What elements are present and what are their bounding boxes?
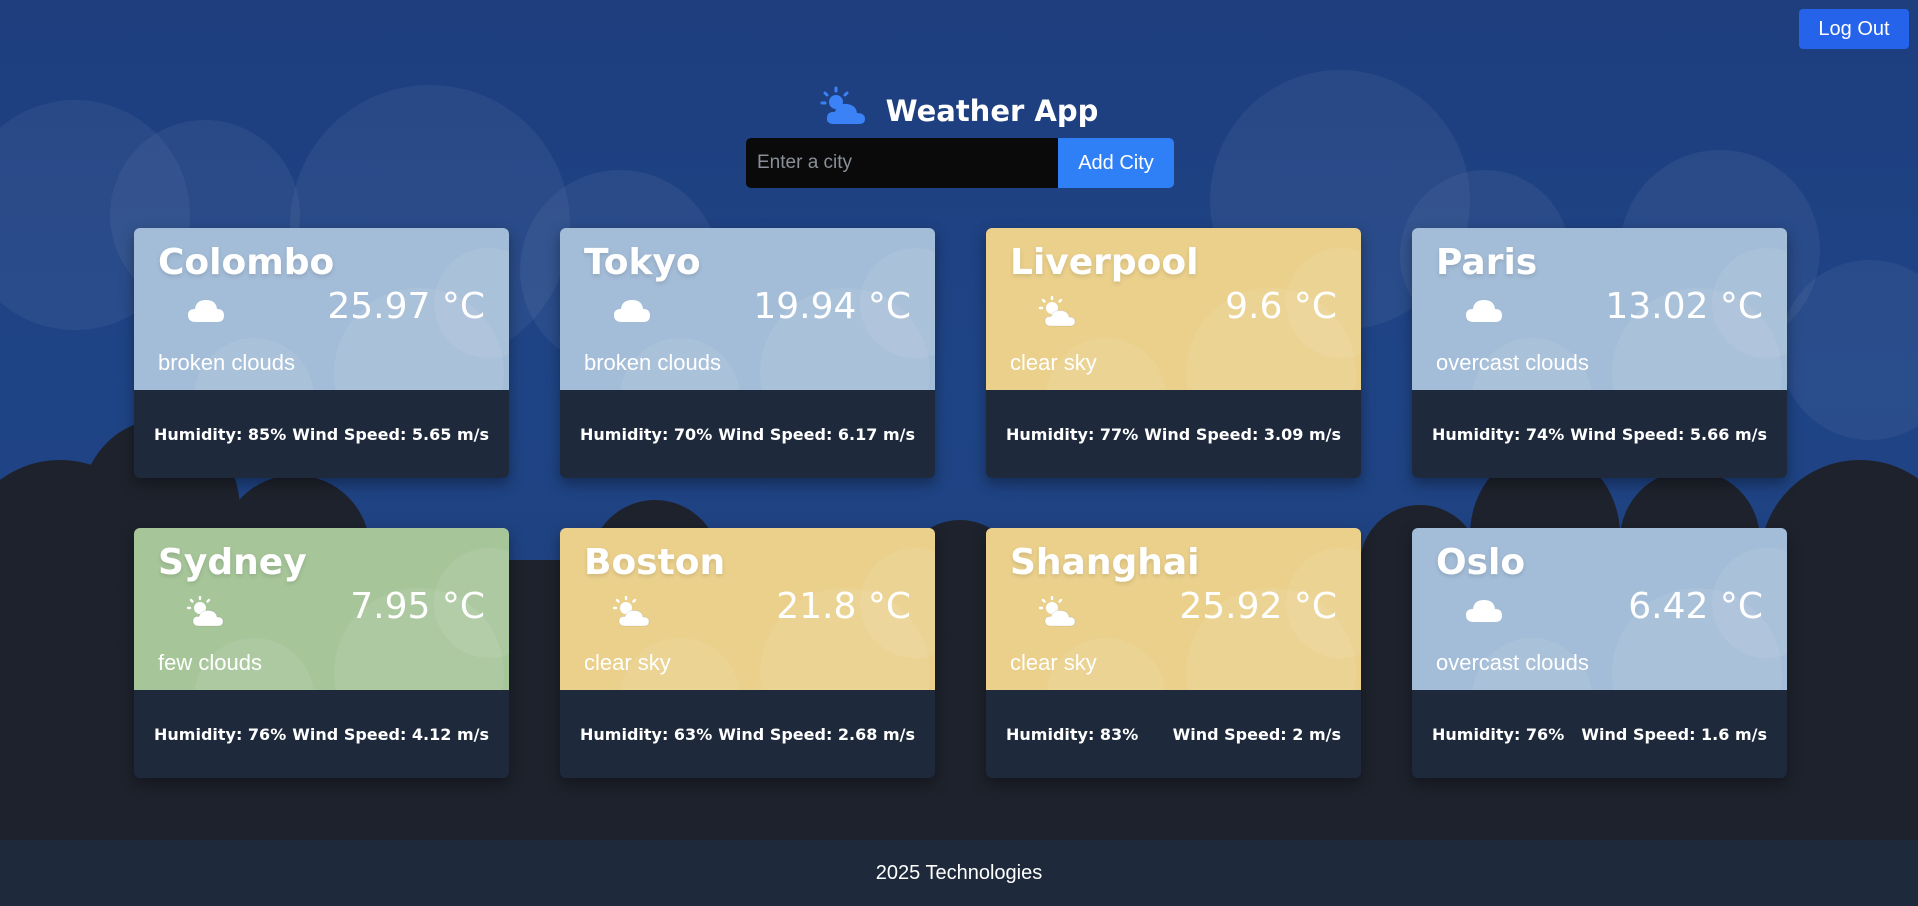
temperature: 25.97 °C: [327, 286, 485, 327]
card-details: Humidity: 85% Wind Speed: 5.65 m/s: [134, 390, 509, 478]
city-name: Oslo: [1436, 542, 1526, 583]
city-name: Shanghai: [1010, 542, 1200, 583]
wind-speed: Wind Speed: 5.66 m/s: [1570, 424, 1767, 444]
footer: 2025 Technologies: [0, 840, 1918, 906]
temperature: 6.42 °C: [1628, 586, 1763, 627]
weather-card[interactable]: Boston 21.8 °C clear sky Humidity: 63% Wind …: [560, 528, 935, 778]
humidity: Humidity: 77%: [1006, 424, 1139, 444]
card-header: Tokyo 19.94 °C broken clouds: [560, 228, 935, 390]
card-details: Humidity: 76% Wind Speed: 4.12 m/s: [134, 690, 509, 778]
city-name: Liverpool: [1010, 242, 1199, 283]
logout-button[interactable]: Log Out: [1799, 9, 1909, 49]
city-name: Boston: [584, 542, 726, 583]
card-details: Humidity: 77% Wind Speed: 3.09 m/s: [986, 390, 1361, 478]
sun-cloud-icon: [1038, 295, 1078, 333]
temperature: 19.94 °C: [753, 286, 911, 327]
city-name: Colombo: [158, 242, 335, 283]
temperature: 9.6 °C: [1225, 286, 1337, 327]
card-header: Liverpool 9.6 °C clear sky: [986, 228, 1361, 390]
wind-speed: Wind Speed: 4.12 m/s: [292, 724, 489, 744]
card-header: Shanghai 25.92 °C clear sky: [986, 528, 1361, 690]
weather-description: broken clouds: [584, 350, 721, 375]
weather-card[interactable]: Tokyo 19.94 °C broken clouds Humidity: 70% W…: [560, 228, 935, 478]
humidity: Humidity: 63%: [580, 724, 713, 744]
cloud-icon: [186, 296, 226, 329]
card-details: Humidity: 70% Wind Speed: 6.17 m/s: [560, 390, 935, 478]
app-title: Weather App: [885, 93, 1099, 128]
cloud-icon: [612, 296, 652, 329]
weather-card-grid: Colombo 25.97 °C broken clouds Humidity: 85…: [134, 228, 1787, 778]
sun-cloud-icon: [186, 595, 226, 633]
weather-description: clear sky: [1010, 650, 1097, 675]
sun-cloud-icon: [612, 595, 652, 633]
temperature: 25.92 °C: [1179, 586, 1337, 627]
card-header: Boston 21.8 °C clear sky: [560, 528, 935, 690]
weather-card[interactable]: Paris 13.02 °C overcast clouds Humidity: 74…: [1412, 228, 1787, 478]
weather-description: few clouds: [158, 650, 262, 675]
card-details: Humidity: 63% Wind Speed: 2.68 m/s: [560, 690, 935, 778]
temperature: 21.8 °C: [776, 586, 911, 627]
humidity: Humidity: 76%: [154, 724, 287, 744]
wind-speed: Wind Speed: 5.65 m/s: [292, 424, 489, 444]
wind-speed: Wind Speed: 3.09 m/s: [1144, 424, 1341, 444]
cloud-icon: [1464, 296, 1504, 329]
wind-speed: Wind Speed: 1.6 m/s: [1581, 724, 1767, 744]
card-header: Oslo 6.42 °C overcast clouds: [1412, 528, 1787, 690]
humidity: Humidity: 76%: [1432, 724, 1565, 744]
card-header: Colombo 25.97 °C broken clouds: [134, 228, 509, 390]
weather-description: clear sky: [584, 650, 671, 675]
humidity: Humidity: 83%: [1006, 724, 1139, 744]
card-details: Humidity: 74% Wind Speed: 5.66 m/s: [1412, 390, 1787, 478]
city-name: Paris: [1436, 242, 1538, 283]
humidity: Humidity: 85%: [154, 424, 287, 444]
weather-description: overcast clouds: [1436, 650, 1589, 675]
app-header: Weather App: [0, 86, 1918, 135]
sun-cloud-icon: [1038, 595, 1078, 633]
temperature: 13.02 °C: [1605, 286, 1763, 327]
add-city-form: Add City: [746, 138, 1174, 188]
wind-speed: Wind Speed: 2 m/s: [1172, 724, 1341, 744]
weather-card[interactable]: Oslo 6.42 °C overcast clouds Humidity: 76% W…: [1412, 528, 1787, 778]
card-details: Humidity: 76% Wind Speed: 1.6 m/s: [1412, 690, 1787, 778]
city-name: Tokyo: [584, 242, 701, 283]
weather-card[interactable]: Colombo 25.97 °C broken clouds Humidity: 85…: [134, 228, 509, 478]
add-city-button[interactable]: Add City: [1058, 138, 1174, 188]
city-search-input[interactable]: [746, 138, 1058, 188]
weather-description: clear sky: [1010, 350, 1097, 375]
partly-cloudy-icon: [820, 86, 868, 135]
footer-text: 2025 Technologies: [875, 861, 1043, 884]
weather-card[interactable]: Sydney 7.95 °C few clouds Humidity: 76% Wind…: [134, 528, 509, 778]
humidity: Humidity: 74%: [1432, 424, 1565, 444]
wind-speed: Wind Speed: 6.17 m/s: [718, 424, 915, 444]
weather-card[interactable]: Liverpool 9.6 °C clear sky Humidity: 77% Win…: [986, 228, 1361, 478]
card-details: Humidity: 83% Wind Speed: 2 m/s: [986, 690, 1361, 778]
cloud-icon: [1464, 596, 1504, 629]
temperature: 7.95 °C: [350, 586, 485, 627]
humidity: Humidity: 70%: [580, 424, 713, 444]
city-name: Sydney: [158, 542, 307, 583]
weather-description: overcast clouds: [1436, 350, 1589, 375]
card-header: Paris 13.02 °C overcast clouds: [1412, 228, 1787, 390]
weather-description: broken clouds: [158, 350, 295, 375]
weather-card[interactable]: Shanghai 25.92 °C clear sky Humidity: 83% Wi…: [986, 528, 1361, 778]
wind-speed: Wind Speed: 2.68 m/s: [718, 724, 915, 744]
card-header: Sydney 7.95 °C few clouds: [134, 528, 509, 690]
